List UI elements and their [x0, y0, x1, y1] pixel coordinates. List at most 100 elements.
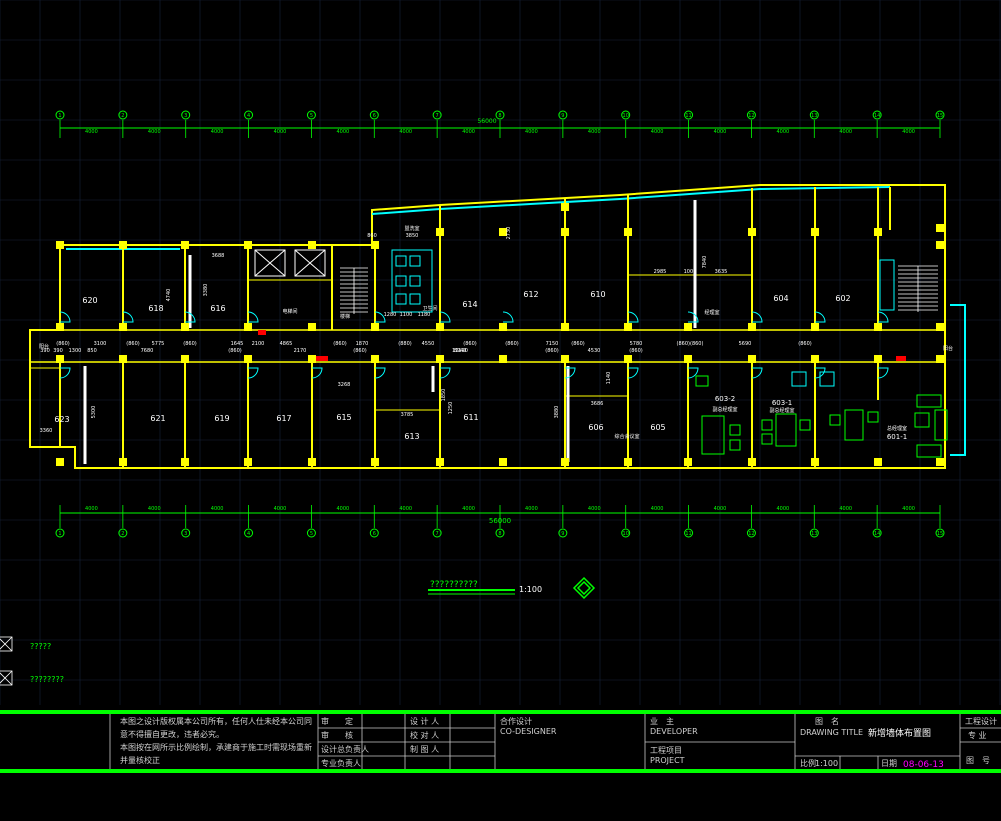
dim-text: 5300	[91, 406, 97, 419]
axis-spacing: 4000	[462, 506, 475, 512]
column	[119, 241, 127, 249]
legend: ?????????? 1:100 ????? ????????	[0, 576, 596, 686]
axis-label: 4	[247, 113, 250, 119]
scale-value: 1:100	[519, 585, 542, 594]
column	[181, 355, 189, 363]
door-swing	[751, 367, 763, 379]
column	[561, 458, 569, 466]
axis-spacing: 4000	[211, 129, 224, 135]
axis-spacing: 4000	[85, 506, 98, 512]
room-number: 604	[773, 294, 788, 303]
column	[684, 323, 692, 331]
axis-spacing: 4000	[525, 506, 538, 512]
dim-text: 5780	[630, 341, 643, 347]
dim-text: (880)	[398, 341, 411, 347]
door-swing	[59, 367, 71, 379]
column	[436, 458, 444, 466]
dim-text: (860)	[183, 341, 196, 347]
dim-text: 2730	[506, 227, 512, 240]
room-number: 603-1	[772, 399, 792, 407]
door-swing	[311, 367, 323, 379]
axis-label: 3	[184, 113, 187, 119]
dim-text: 860	[367, 233, 377, 239]
column	[181, 323, 189, 331]
column	[811, 355, 819, 363]
dim-text: 4550	[422, 341, 435, 347]
room-number: 612	[523, 290, 538, 299]
column	[811, 323, 819, 331]
door-swing	[751, 311, 763, 323]
dim-text: 5775	[152, 341, 165, 347]
dim-text: 2170	[294, 348, 307, 354]
building-walls	[29, 184, 966, 469]
glass-curtain-top	[371, 186, 891, 215]
dim-text: 3268	[338, 382, 351, 388]
dim-text: 4740	[166, 289, 172, 302]
dim-text: 3688	[212, 253, 225, 259]
axis-spacing: 4000	[776, 129, 789, 135]
office-furniture	[695, 375, 948, 458]
column	[936, 323, 944, 331]
column	[371, 355, 379, 363]
axis-label: 2	[121, 113, 124, 119]
axis-label: 12	[748, 113, 754, 119]
door-swing	[439, 311, 451, 323]
axis-label: 2	[121, 531, 124, 537]
dim-text: 390	[40, 348, 50, 354]
toilet-fixture-icon	[409, 293, 421, 305]
tb-label: 图 名	[815, 716, 839, 726]
room-number: 617	[276, 414, 291, 423]
axis-label: 3	[184, 531, 187, 537]
sofa-icon	[916, 394, 942, 408]
door-marker	[896, 356, 906, 361]
axis-spacing: 4000	[336, 129, 349, 135]
axis-label: 7	[436, 531, 439, 537]
dim-text: 2985	[654, 269, 667, 275]
room-number: 620	[82, 296, 97, 305]
axis-label: 12	[748, 531, 754, 537]
column	[561, 203, 569, 211]
dim-text: (860)	[56, 341, 69, 347]
column	[624, 228, 632, 236]
column	[119, 323, 127, 331]
axis-label: 13	[811, 531, 817, 537]
column	[874, 458, 882, 466]
tb-label: DRAWING TITLE	[800, 728, 863, 737]
column	[874, 323, 882, 331]
column	[684, 355, 692, 363]
tb-label: 比例	[800, 758, 816, 768]
dim-text: 1280	[384, 312, 397, 318]
dim-text: 3686	[591, 401, 604, 407]
scale-title: ??????????	[430, 580, 478, 590]
column	[436, 355, 444, 363]
column	[56, 355, 64, 363]
dim-text: 390	[53, 348, 63, 354]
room-number: 605	[650, 423, 665, 432]
toilet-block-right	[879, 259, 895, 311]
axis-label: 14	[874, 531, 880, 537]
dim-text: (860)	[228, 348, 241, 354]
desk-icon	[844, 409, 864, 441]
room-name: 盥洗室	[404, 225, 419, 232]
dim-text: 1100	[400, 312, 413, 318]
column	[748, 355, 756, 363]
toilet-fixtures	[391, 249, 895, 387]
axis-spacing: 4000	[211, 506, 224, 512]
axis-spacing: 4000	[902, 506, 915, 512]
door-swing	[877, 367, 889, 379]
axis-label: 9	[561, 113, 564, 119]
legend-item: ?????	[30, 642, 51, 651]
note-line: 本图按在网所示比例绘制，承建商于施工时需现场重新	[120, 742, 312, 752]
dim-text: (860)	[545, 348, 558, 354]
dim-text: 850	[87, 348, 97, 354]
column	[244, 458, 252, 466]
drawing-name: 新增墙体布置图	[868, 727, 931, 739]
note-line: 本图之设计版权属本公司所有，任何人仕未经本公司同	[120, 716, 312, 726]
room-name: 总经理室	[887, 425, 907, 432]
axis-spacing: 4000	[274, 129, 287, 135]
column	[811, 458, 819, 466]
axis-label: 10	[623, 531, 629, 537]
dim-text: 3880	[554, 406, 560, 419]
tb-value: 1:100	[815, 759, 838, 768]
column	[499, 355, 507, 363]
